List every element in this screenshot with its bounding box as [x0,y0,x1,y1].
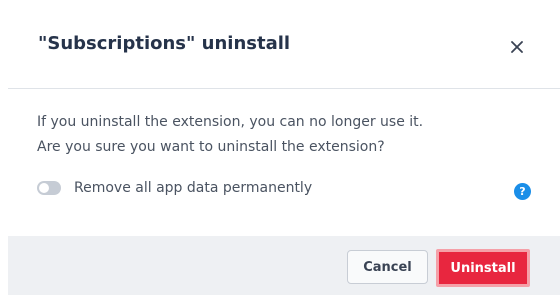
uninstall-button[interactable]: Uninstall [436,249,530,287]
close-button[interactable] [507,37,527,57]
remove-data-toggle-row: Remove all app data permanently [37,180,312,196]
dialog-title: "Subscriptions" uninstall [38,33,291,54]
cancel-button[interactable]: Cancel [347,250,428,284]
close-icon [511,41,523,53]
message-line-1: If you uninstall the extension, you can … [37,114,424,130]
remove-data-toggle-label[interactable]: Remove all app data permanently [74,180,312,196]
remove-data-toggle[interactable] [37,181,61,195]
dialog-body: If you uninstall the extension, you can … [8,89,560,236]
uninstall-dialog: "Subscriptions" uninstall If you uninsta… [8,0,560,295]
toggle-knob [39,183,49,193]
message-line-2: Are you sure you want to uninstall the e… [37,139,385,155]
dialog-header: "Subscriptions" uninstall [8,0,560,89]
help-icon[interactable]: ? [514,183,531,200]
help-glyph: ? [519,185,526,198]
dialog-footer: Cancel Uninstall [8,236,560,295]
